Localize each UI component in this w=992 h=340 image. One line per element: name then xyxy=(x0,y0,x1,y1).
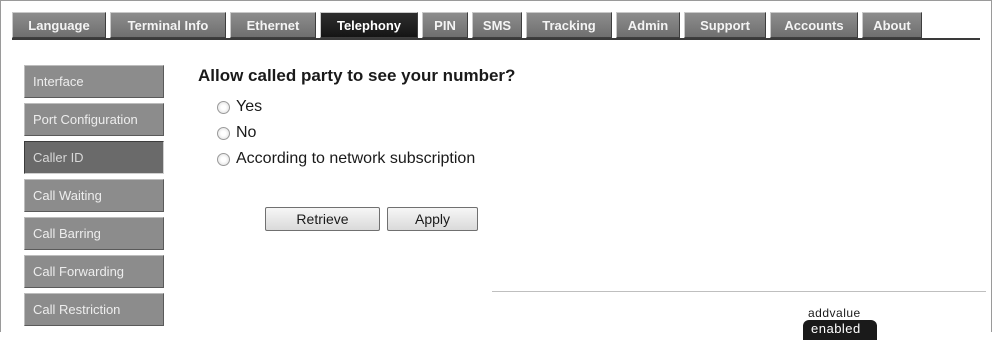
sidebar: Interface Port Configuration Caller ID C… xyxy=(24,65,164,331)
radio-no[interactable] xyxy=(217,126,230,140)
option-network-subscription-label: According to network subscription xyxy=(236,150,476,167)
option-yes-label: Yes xyxy=(236,98,263,115)
tab-support[interactable]: Support xyxy=(684,12,766,38)
retrieve-button[interactable]: Retrieve xyxy=(265,207,380,231)
sidebar-item-call-waiting[interactable]: Call Waiting xyxy=(24,179,164,212)
apply-button[interactable]: Apply xyxy=(387,207,478,231)
sidebar-item-interface[interactable]: Interface xyxy=(24,65,164,98)
tab-pin[interactable]: PIN xyxy=(422,12,468,38)
tab-tracking[interactable]: Tracking xyxy=(526,12,612,38)
tab-admin[interactable]: Admin xyxy=(616,12,680,38)
option-network-subscription[interactable]: According to network subscription xyxy=(217,146,475,172)
top-navigation: Language Terminal Info Ethernet Telephon… xyxy=(12,12,922,38)
sidebar-item-caller-id[interactable]: Caller ID xyxy=(24,141,164,174)
sidebar-item-call-barring[interactable]: Call Barring xyxy=(24,217,164,250)
footer-divider xyxy=(492,291,986,292)
radio-network-subscription[interactable] xyxy=(217,152,230,166)
logo-text-bottom: enabled xyxy=(811,321,861,336)
radio-yes[interactable] xyxy=(217,100,230,114)
sidebar-item-call-restriction[interactable]: Call Restriction xyxy=(24,293,164,326)
nav-divider xyxy=(12,38,980,40)
tab-sms[interactable]: SMS xyxy=(472,12,522,38)
caller-id-options: Yes No According to network subscription xyxy=(217,94,475,172)
option-no[interactable]: No xyxy=(217,120,475,146)
option-yes[interactable]: Yes xyxy=(217,94,475,120)
page-title: Allow called party to see your number? xyxy=(198,66,516,85)
tab-about[interactable]: About xyxy=(862,12,922,38)
tab-terminal-info[interactable]: Terminal Info xyxy=(110,12,226,38)
tab-language[interactable]: Language xyxy=(12,12,106,38)
logo-text-top: addvalue xyxy=(808,306,861,320)
option-no-label: No xyxy=(236,124,257,141)
sidebar-item-call-forwarding[interactable]: Call Forwarding xyxy=(24,255,164,288)
sidebar-item-port-configuration[interactable]: Port Configuration xyxy=(24,103,164,136)
tab-telephony[interactable]: Telephony xyxy=(320,12,418,38)
tab-accounts[interactable]: Accounts xyxy=(770,12,858,38)
tab-ethernet[interactable]: Ethernet xyxy=(230,12,316,38)
